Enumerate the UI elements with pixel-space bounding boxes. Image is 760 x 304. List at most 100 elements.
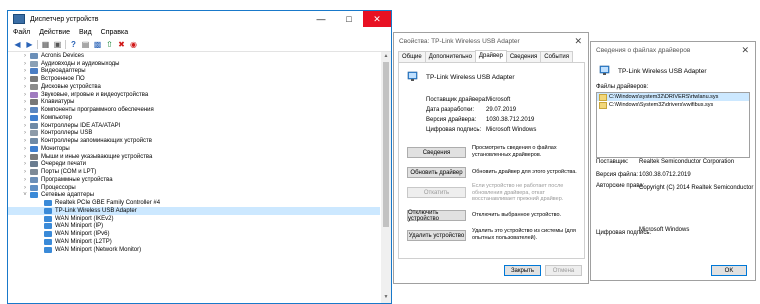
tree-item-label: Звуковые, игровые и видеоустройства (41, 91, 149, 98)
tree-category-item[interactable]: › Acronis Devices (8, 52, 380, 60)
update-driver-button[interactable]: Обновить драйвер (407, 167, 466, 178)
device-category-icon (30, 138, 38, 145)
tab-details[interactable]: Сведения (505, 51, 542, 62)
tab-advanced[interactable]: Дополнительно (424, 51, 476, 62)
tree-category-item[interactable]: › Дисковые устройства (8, 83, 380, 91)
network-adapter-icon (44, 215, 52, 222)
tree-child-item[interactable]: WAN Miniport (IP) (8, 223, 380, 231)
tree-category-item[interactable]: › Компоненты программного обеспечения (8, 106, 380, 114)
chevron-right-icon[interactable]: › (22, 92, 28, 98)
tree-category-item[interactable]: › Контроллеры USB (8, 130, 380, 138)
disable-device-button[interactable]: Отключить устройство (407, 210, 466, 222)
chevron-right-icon[interactable]: › (22, 107, 28, 113)
tree-category-item[interactable]: › Клавиатуры (8, 99, 380, 107)
chevron-right-icon[interactable]: › (22, 154, 28, 160)
tree-child-item[interactable]: WAN Miniport (IKEv2) (8, 215, 380, 223)
chevron-right-icon[interactable]: › (22, 115, 28, 121)
tree-category-item[interactable]: › Мыши и иные указывающие устройства (8, 153, 380, 161)
chevron-right-icon[interactable]: › (22, 177, 28, 183)
device-category-icon (30, 99, 38, 106)
tree-category-item[interactable]: › Мониторы (8, 145, 380, 153)
menu-view[interactable]: Вид (79, 29, 92, 36)
uninstall-device-icon[interactable]: ✖ (117, 40, 126, 49)
toolbar-divider (65, 40, 66, 49)
chevron-right-icon[interactable]: › (22, 123, 28, 129)
chevron-right-icon[interactable]: › (22, 146, 28, 152)
close-dialog-button[interactable]: Закрыть (504, 265, 541, 276)
tree-child-item[interactable]: TP-Link Wireless USB Adapter (8, 207, 380, 215)
tree-category-item[interactable]: › Видеоадаптеры (8, 68, 380, 76)
tree-category-item[interactable]: › Контроллеры запоминающих устройств (8, 137, 380, 145)
forward-icon[interactable]: ▶ (25, 40, 34, 49)
tree-item-label: Дисковые устройства (41, 83, 101, 90)
dialog-title-bar[interactable]: Свойства: TP-Link Wireless USB Adapter (394, 33, 588, 49)
driver-file-list[interactable]: C:\Windows\system32\DRIVERS\rtwlanu.sys … (596, 92, 750, 158)
dialog-close-button[interactable]: ✕ (574, 36, 582, 47)
tree-category-item[interactable]: › Контроллеры IDE ATA/ATAPI (8, 122, 380, 130)
properties-icon[interactable]: ▣ (53, 40, 62, 49)
close-button[interactable]: ✕ (363, 11, 391, 27)
tree-child-item[interactable]: WAN Miniport (L2TP) (8, 238, 380, 246)
uninstall-device-button[interactable]: Удалить устройство (407, 230, 466, 241)
tree-category-item[interactable]: › Встроенное ПО (8, 75, 380, 83)
tree-category-item[interactable]: › Программные устройства (8, 176, 380, 184)
properties-dialog: Свойства: TP-Link Wireless USB Adapter ✕… (393, 32, 589, 284)
device-category-icon (30, 130, 38, 137)
list-item[interactable]: C:\Windows\System32\drivers\vwifibus.sys (597, 101, 749, 109)
vertical-scrollbar[interactable]: ▲ ▼ (381, 52, 391, 303)
chevron-right-icon[interactable]: › (22, 138, 28, 144)
dialog-title-bar[interactable]: Сведения о файлах драйверов (591, 42, 755, 58)
chevron-right-icon[interactable]: › (22, 130, 28, 136)
scroll-down-icon[interactable]: ▼ (381, 294, 391, 302)
device-list-icon[interactable]: ▤ (81, 40, 90, 49)
tree-item-label: Компоненты программного обеспечения (41, 107, 154, 114)
computer-icon[interactable]: ▩ (93, 40, 102, 49)
chevron-right-icon[interactable]: › (22, 169, 28, 175)
tree-category-item[interactable]: › Порты (COM и LPT) (8, 168, 380, 176)
action-description: Просмотреть сведения о файлах установлен… (472, 145, 557, 158)
tree-category-item[interactable]: › Очереди печати (8, 161, 380, 169)
chevron-right-icon[interactable]: › (22, 76, 28, 82)
tab-driver[interactable]: Драйвер (474, 50, 507, 61)
scan-hardware-icon[interactable]: ◉ (129, 40, 138, 49)
dialog-title: Сведения о файлах драйверов (596, 46, 691, 54)
maximize-button[interactable]: □ (335, 11, 363, 27)
tree-category-item[interactable]: › Звуковые, игровые и видеоустройства (8, 91, 380, 99)
chevron-right-icon[interactable]: › (22, 61, 28, 67)
minimize-button[interactable]: — (307, 11, 335, 27)
dialog-close-button[interactable]: ✕ (741, 45, 749, 56)
tree-child-item[interactable]: WAN Miniport (Network Monitor) (8, 246, 380, 254)
menu-file[interactable]: Файл (13, 29, 30, 36)
help-icon[interactable]: ? (69, 40, 78, 49)
chevron-right-icon[interactable]: › (22, 99, 28, 105)
chevron-right-icon[interactable]: › (22, 84, 28, 90)
menu-help[interactable]: Справка (101, 29, 128, 36)
ok-button[interactable]: OK (711, 265, 747, 276)
tree-category-item[interactable]: › Процессоры (8, 184, 380, 192)
scroll-up-icon[interactable]: ▲ (381, 53, 391, 61)
chevron-right-icon[interactable]: › (22, 68, 28, 74)
tree-view-icon[interactable]: ▦ (41, 40, 50, 49)
tree-category-item[interactable]: › Компьютер (8, 114, 380, 122)
tree-child-item[interactable]: WAN Miniport (IPv6) (8, 230, 380, 238)
back-icon[interactable]: ◀ (13, 40, 22, 49)
chevron-right-icon[interactable]: › (22, 185, 28, 191)
update-driver-icon[interactable]: ⇧ (105, 40, 114, 49)
tree-category-item[interactable]: ˅ Сетевые адаптеры (8, 192, 380, 200)
title-bar[interactable]: Диспетчер устройств — □ ✕ (8, 11, 391, 27)
tab-events[interactable]: События (540, 51, 574, 62)
driver-details-button[interactable]: Сведения (407, 147, 466, 158)
rollback-driver-button[interactable]: Откатить (407, 187, 466, 198)
tree-category-item[interactable]: › Аудиовходы и аудиовыходы (8, 60, 380, 68)
scrollbar-thumb[interactable] (383, 62, 389, 227)
tree-child-item[interactable]: Realtek PCIe GBE Family Controller #4 (8, 199, 380, 207)
menu-action[interactable]: Действие (39, 29, 70, 36)
chevron-right-icon[interactable]: › (22, 161, 28, 167)
chevron-right-icon[interactable]: › (22, 53, 28, 59)
tab-general[interactable]: Общие (398, 51, 426, 62)
cancel-button[interactable]: Отмена (545, 265, 582, 276)
list-item[interactable]: C:\Windows\system32\DRIVERS\rtwlanu.sys (597, 93, 749, 101)
tree-item-label: Контроллеры IDE ATA/ATAPI (41, 122, 121, 129)
window-title: Диспетчер устройств (30, 15, 99, 23)
chevron-down-icon[interactable]: ˅ (22, 192, 28, 198)
